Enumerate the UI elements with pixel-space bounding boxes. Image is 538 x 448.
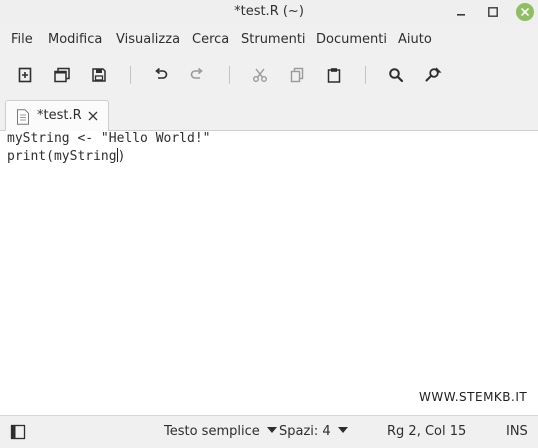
indent-selector[interactable]: Spazi: 4 (279, 424, 348, 439)
replace-icon (425, 67, 442, 82)
redo-icon (190, 67, 203, 79)
cut-button[interactable] (247, 62, 273, 88)
cursor-position: Rg 2, Col 15 (387, 424, 467, 439)
tab-label: *test.R (37, 108, 82, 123)
document-icon (17, 109, 29, 125)
copy-icon (290, 67, 304, 83)
insert-mode: INS (506, 424, 528, 439)
close-icon (88, 111, 98, 121)
undo-button[interactable] (148, 62, 174, 88)
toolbar-separator (229, 66, 230, 84)
copy-button[interactable] (284, 62, 310, 88)
chevron-down-icon (266, 427, 277, 433)
language-selector[interactable]: Testo semplice (164, 424, 277, 439)
code-line-2[interactable]: print(myString) (7, 148, 125, 164)
indent-label: Spazi: 4 (279, 424, 331, 439)
maximize-icon (488, 7, 498, 17)
menu-documenti[interactable]: Documenti (316, 32, 387, 47)
menu-visualizza[interactable]: Visualizza (116, 32, 180, 47)
toolbar (0, 58, 538, 92)
new-window-button[interactable] (49, 62, 75, 88)
side-panel-toggle[interactable] (9, 423, 27, 441)
text-editor[interactable]: myString <- "Hello World!" print(myStrin… (0, 131, 538, 415)
close-icon (516, 3, 534, 21)
title-bar: *test.R (~) (0, 0, 538, 24)
minimize-button[interactable] (450, 1, 472, 23)
cut-icon (253, 68, 267, 82)
watermark: WWW.STEMKB.IT (419, 390, 528, 404)
tab-close-button[interactable] (85, 108, 101, 124)
side-panel-icon (10, 424, 26, 440)
menu-cerca[interactable]: Cerca (192, 32, 229, 47)
search-button[interactable] (383, 62, 409, 88)
code-after-cursor: ) (117, 149, 126, 164)
tab-bar: *test.R (0, 96, 538, 131)
new-document-icon (18, 67, 32, 83)
maximize-button[interactable] (482, 1, 504, 23)
status-bar: Testo semplice Spazi: 4 Rg 2, Col 15 INS (0, 415, 538, 448)
menu-file[interactable]: File (11, 32, 33, 47)
tab-test-r[interactable]: *test.R (5, 100, 109, 131)
close-window-button[interactable] (514, 1, 536, 23)
save-icon (92, 68, 106, 82)
paste-icon (327, 68, 341, 83)
chevron-down-icon (337, 427, 348, 433)
new-document-button[interactable] (12, 62, 38, 88)
menu-strumenti[interactable]: Strumenti (241, 32, 306, 47)
undo-icon (155, 67, 168, 79)
save-button[interactable] (86, 62, 112, 88)
toolbar-separator (365, 66, 366, 84)
search-icon (389, 68, 404, 83)
paste-button[interactable] (321, 62, 347, 88)
menu-aiuto[interactable]: Aiuto (398, 32, 432, 47)
menu-bar: File Modifica Visualizza Cerca Strumenti… (0, 28, 538, 52)
toolbar-separator (130, 66, 131, 84)
code-line-1[interactable]: myString <- "Hello World!" (7, 131, 211, 146)
minimize-icon (457, 14, 465, 16)
code-before-cursor: print(myString (7, 149, 117, 164)
language-label: Testo semplice (164, 424, 260, 439)
replace-button[interactable] (420, 62, 446, 88)
new-window-icon (54, 67, 70, 83)
redo-button[interactable] (184, 62, 210, 88)
menu-modifica[interactable]: Modifica (48, 32, 102, 47)
